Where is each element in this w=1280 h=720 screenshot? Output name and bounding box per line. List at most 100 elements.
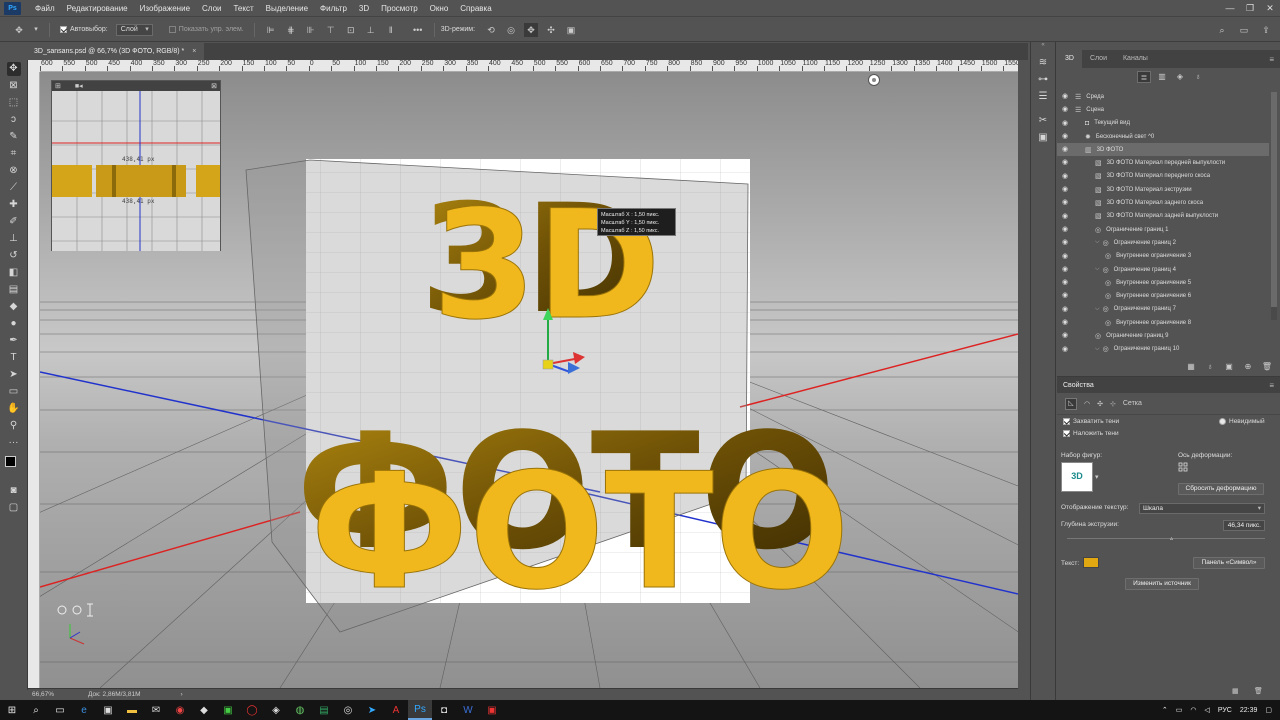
expand-chevron-icon[interactable]: ⌵ <box>1095 266 1100 273</box>
scene-tree-item[interactable]: ◉ ⌵ ◎ Ограничение границ 4 <box>1057 263 1269 276</box>
edge-icon[interactable]: e <box>72 700 96 720</box>
visibility-eye-icon[interactable]: ◉ <box>1061 120 1069 127</box>
shape-tool-icon[interactable]: ▭ <box>7 385 21 399</box>
search-icon[interactable]: ⌕ <box>1215 23 1229 37</box>
visibility-eye-icon[interactable]: ◉ <box>1061 332 1069 339</box>
status-expand-icon[interactable]: › <box>180 691 182 698</box>
invisible-checkbox[interactable]: Невидимый <box>1219 418 1265 425</box>
visibility-eye-icon[interactable]: ◉ <box>1061 239 1069 246</box>
hand-tool-icon[interactable]: ✋ <box>7 402 21 416</box>
properties-menu-icon[interactable]: ≡ <box>1269 381 1274 390</box>
scene-tree-item[interactable]: ◉ ▧ 3D ФОТО Материал экструзии <box>1057 183 1269 196</box>
3d-text-bottom[interactable]: ФОТО ФОТО <box>296 398 850 626</box>
scene-tree-item[interactable]: ◉ ◘ Текущий вид <box>1057 117 1269 130</box>
history-brush-icon[interactable]: ↺ <box>7 249 21 263</box>
lights-filter-icon[interactable]: ♁ <box>1191 71 1205 83</box>
distribute-icon[interactable]: ‖ <box>384 23 398 37</box>
visibility-eye-icon[interactable]: ◉ <box>1061 173 1069 180</box>
add-constraint-icon[interactable]: ⊕ <box>1241 362 1255 371</box>
deform-axis-grid-icon[interactable] <box>1178 462 1192 474</box>
camera-icon[interactable]: ◘ <box>432 700 456 720</box>
app-icon[interactable]: ◆ <box>192 700 216 720</box>
battery-icon[interactable]: ▭ <box>1176 706 1183 714</box>
new-object-icon[interactable]: ▣ <box>1222 362 1236 371</box>
mesh-tab-icon[interactable]: ◺ <box>1065 397 1077 410</box>
align-top-icon[interactable]: ⊤ <box>324 23 338 37</box>
dodge-tool-icon[interactable]: ● <box>7 317 21 331</box>
document-tab[interactable]: 3D_sansans.psd @ 66,7% (3D ФОТО, RGB/8) … <box>28 43 205 60</box>
word-icon[interactable]: W <box>456 700 480 720</box>
blur-tool-icon[interactable]: ◆ <box>7 300 21 314</box>
taskbar-search-icon[interactable]: ⌕ <box>24 700 48 720</box>
reset-deform-button[interactable]: Сбросить деформацию <box>1178 483 1264 495</box>
expand-chevron-icon[interactable]: ⌵ <box>1095 306 1100 313</box>
explorer-icon[interactable]: ▬ <box>120 700 144 720</box>
eraser-tool-icon[interactable]: ◧ <box>7 266 21 280</box>
crop-tool-icon[interactable]: ⌗ <box>7 147 21 161</box>
scene-tree-item[interactable]: ◉ ◎ Внутреннее ограничение 5 <box>1057 276 1269 289</box>
scene-tree-item[interactable]: ◉ ▧ 3D ФОТО Материал задней выпуклости <box>1057 210 1269 223</box>
artboard-tool-icon[interactable]: ⊠ <box>7 79 21 93</box>
preview-expand-icon[interactable]: ⊞ <box>55 82 61 90</box>
texture-map-dropdown[interactable]: Шкала ▾ <box>1139 503 1265 514</box>
scene-tree-item[interactable]: ◉ ◎ Внутреннее ограничение 3 <box>1057 250 1269 263</box>
red-app-icon[interactable]: ▣ <box>480 700 504 720</box>
collapse-icon[interactable]: « <box>1031 42 1055 50</box>
move-tool-icon[interactable]: ✥ <box>6 62 21 76</box>
shape-preset-thumbnail[interactable]: 3D <box>1061 462 1093 492</box>
more-tools-icon[interactable]: ··· <box>7 436 21 450</box>
cap-tab-icon[interactable]: ✣ <box>1097 400 1103 408</box>
chevron-down-icon[interactable]: ▾ <box>32 23 40 37</box>
materials-filter-icon[interactable]: ◈ <box>1173 71 1187 83</box>
scene-tree-item[interactable]: ◉ ⌵ ◎ Ограничение границ 10 <box>1057 343 1269 356</box>
notifications-icon[interactable]: ▢ <box>1265 706 1272 714</box>
green-app-icon[interactable]: ▣ <box>216 700 240 720</box>
maps-icon[interactable]: ◍ <box>288 700 312 720</box>
slider-thumb[interactable]: ▵ <box>1170 535 1173 542</box>
visibility-eye-icon[interactable]: ◉ <box>1061 93 1069 100</box>
add-light-icon[interactable]: ♁ <box>1203 362 1217 371</box>
menu-select[interactable]: Выделение <box>260 4 314 13</box>
share-icon[interactable]: ⇪ <box>1259 23 1273 37</box>
foreground-color-swatch[interactable] <box>5 456 16 467</box>
zoom-tool-icon[interactable]: ⚲ <box>7 419 21 433</box>
panel-menu-icon[interactable]: ≡ <box>1269 55 1274 64</box>
type-tool-icon[interactable]: T <box>7 351 21 365</box>
scene-tree-item[interactable]: ◉ ▧ 3D ФОТО Материал заднего скоса <box>1057 196 1269 209</box>
tray-expand-icon[interactable]: ⌃ <box>1162 706 1168 714</box>
visibility-eye-icon[interactable]: ◉ <box>1061 159 1069 166</box>
visibility-eye-icon[interactable]: ◉ <box>1061 306 1069 313</box>
pen-tool-icon[interactable]: ✒ <box>7 334 21 348</box>
scene-tree-item[interactable]: ◉ ▥ 3D ФОТО <box>1057 143 1269 157</box>
lasso-tool-icon[interactable]: ↄ <box>7 113 21 127</box>
meshes-filter-icon[interactable]: ▥ <box>1155 71 1169 83</box>
doc-size[interactable]: Док: 2,86M/3,81M <box>88 691 140 698</box>
drag-icon[interactable]: ✥ <box>524 22 539 37</box>
menu-layers[interactable]: Слои <box>196 4 227 13</box>
extrusion-depth-slider[interactable] <box>1067 538 1265 539</box>
visibility-eye-icon[interactable]: ◉ <box>1061 186 1069 193</box>
scene-tree-item[interactable]: ◉ ◎ Ограничение границ 1 <box>1057 223 1269 236</box>
scene-tree-item[interactable]: ◉ ◎ Внутреннее ограничение 6 <box>1057 289 1269 302</box>
frame-tool-icon[interactable]: ⊗ <box>7 164 21 178</box>
globe-icon[interactable]: ◎ <box>336 700 360 720</box>
quick-mask-icon[interactable]: ◙ <box>7 484 21 498</box>
visibility-eye-icon[interactable]: ◉ <box>1061 133 1069 140</box>
acrobat-icon[interactable]: A <box>384 700 408 720</box>
chrome-icon[interactable]: ◉ <box>168 700 192 720</box>
menu-file[interactable]: Файл <box>29 4 61 13</box>
close-icon[interactable]: ✕ <box>1260 0 1280 17</box>
render-icon[interactable]: ▦ <box>1184 362 1198 371</box>
visibility-eye-icon[interactable]: ◉ <box>1061 266 1069 273</box>
more-options-icon[interactable]: ••• <box>411 23 425 37</box>
expand-chevron-icon[interactable]: ⌵ <box>1095 239 1100 246</box>
menu-view[interactable]: Просмотр <box>375 4 424 13</box>
menu-window[interactable]: Окно <box>424 4 455 13</box>
delete-icon[interactable]: 🗑 <box>1260 362 1274 371</box>
adjustments-panel-icon[interactable]: ⊶ <box>1036 73 1050 87</box>
scene-tree-item[interactable]: ◉ ⌵ ◎ Ограничение границ 7 <box>1057 303 1269 316</box>
align-left-icon[interactable]: ⊫ <box>264 23 278 37</box>
properties-delete-icon[interactable]: 🗑 <box>1254 687 1263 695</box>
menu-type[interactable]: Текст <box>227 4 259 13</box>
move-tool-icon[interactable]: ✥ <box>12 23 26 37</box>
